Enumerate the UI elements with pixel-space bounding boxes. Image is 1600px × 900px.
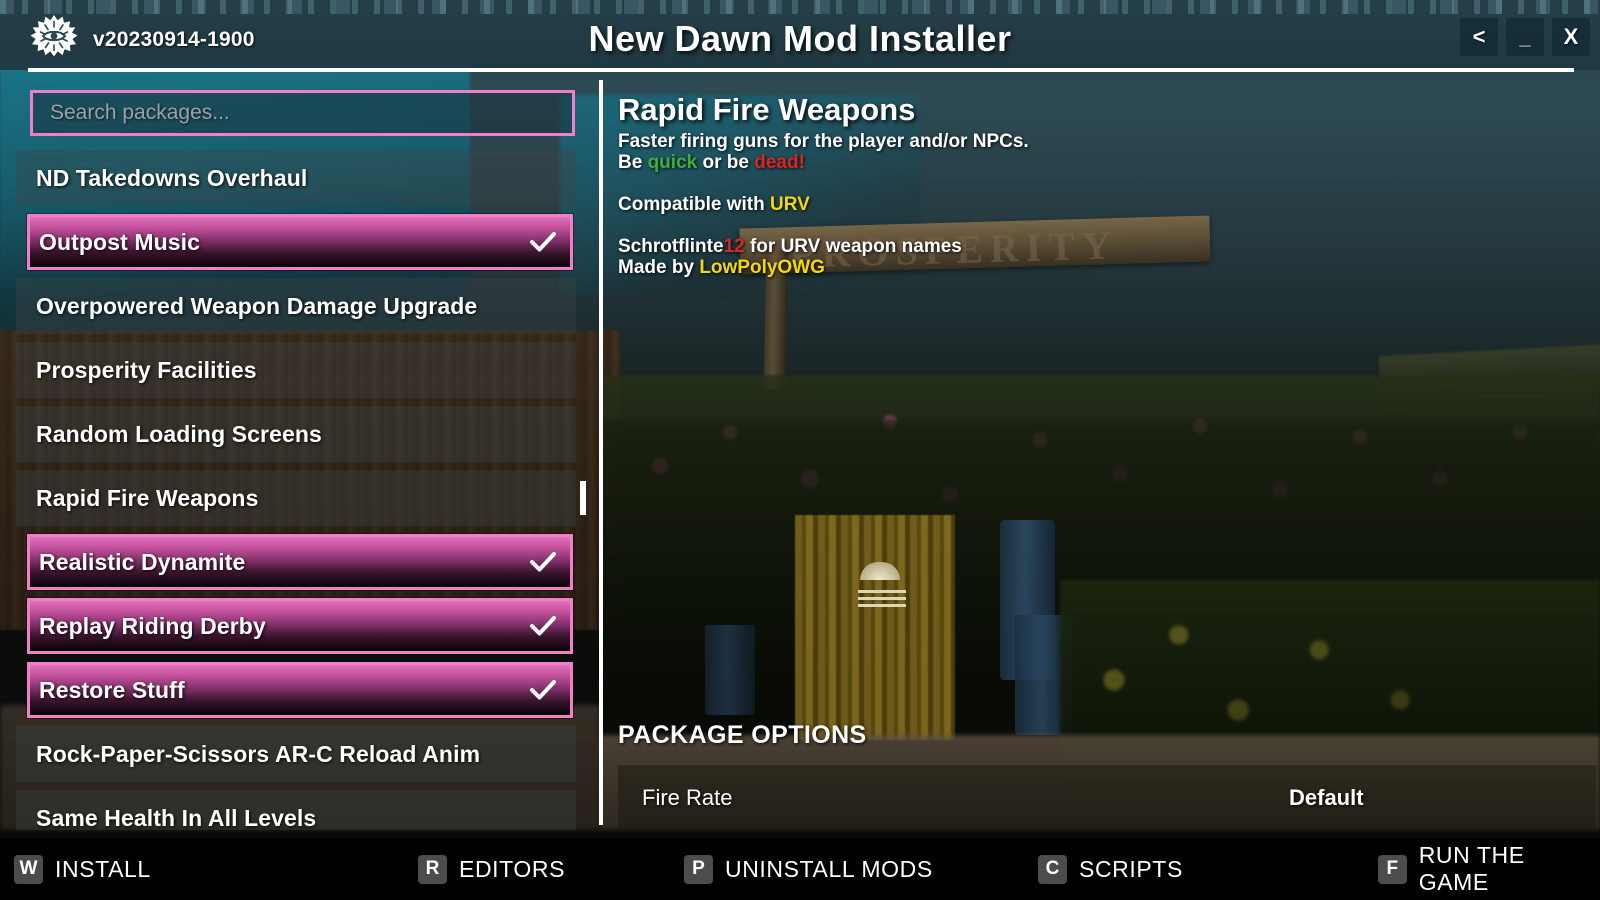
check-icon xyxy=(530,615,556,637)
package-list-item[interactable]: Random Loading Screens xyxy=(0,406,600,462)
hotkey-badge: F xyxy=(1378,854,1407,884)
package-name: Outpost Music xyxy=(39,228,201,255)
hotkey-label: UNINSTALL MODS xyxy=(725,855,933,882)
detail-line-4: Schrotflinte12 for URV weapon names xyxy=(618,236,962,257)
search-placeholder: Search packages... xyxy=(50,101,230,124)
hotkey-badge: C xyxy=(1038,854,1067,884)
hotkey-label: INSTALL xyxy=(55,855,151,882)
hotkey-badge: P xyxy=(684,854,713,884)
package-list-item[interactable]: Replay Riding Derby xyxy=(27,598,573,654)
package-list-item[interactable]: Realistic Dynamite xyxy=(27,534,573,590)
package-list-panel: Search packages... ND Takedowns Overhaul… xyxy=(0,76,600,830)
detail-spacer-1 xyxy=(618,173,1418,194)
option-value: Default xyxy=(1289,784,1364,810)
search-input[interactable]: Search packages... xyxy=(30,90,575,136)
package-name: Restore Stuff xyxy=(39,676,185,703)
hotkey-badge: R xyxy=(418,854,447,884)
package-list-scrollbar-thumb[interactable] xyxy=(580,481,586,515)
hotkey-install[interactable]: W INSTALL xyxy=(14,854,151,884)
hotkey-run-the-game[interactable]: F RUN THE GAME xyxy=(1378,842,1600,896)
mod-installer-window: PROSPERITY v20230914-1900 New Dawn Mod I… xyxy=(0,0,1600,900)
hotkey-uninstall-mods[interactable]: P UNINSTALL MODS xyxy=(684,854,933,884)
title-bar: v20230914-1900 New Dawn Mod Installer < … xyxy=(0,0,1600,72)
hotkey-badge: W xyxy=(14,854,43,884)
check-icon xyxy=(530,231,556,253)
package-list-item[interactable]: Same Health In All Levels xyxy=(0,790,600,830)
detail-line-1: Faster firing guns for the player and/or… xyxy=(618,131,1029,152)
package-list-item[interactable]: Outpost Music xyxy=(27,214,573,270)
check-icon xyxy=(530,551,556,573)
title-bar-separator xyxy=(28,68,1574,72)
package-name: Rapid Fire Weapons xyxy=(36,484,259,511)
package-name: Prosperity Facilities xyxy=(36,356,257,383)
package-list-item[interactable]: Restore Stuff xyxy=(27,662,573,718)
detail-line-3: Compatible with URV xyxy=(618,194,810,215)
hotkey-label: SCRIPTS xyxy=(1079,855,1183,882)
hotkey-editors[interactable]: R EDITORS xyxy=(418,854,566,884)
package-detail-panel: Rapid Fire Weapons Faster firing guns fo… xyxy=(603,76,1600,830)
package-list-item[interactable]: Prosperity Facilities xyxy=(0,342,600,398)
package-name: Random Loading Screens xyxy=(36,420,322,447)
option-label: Fire Rate xyxy=(642,784,733,810)
hotkey-label: RUN THE GAME xyxy=(1418,842,1525,895)
detail-description: Faster firing guns for the player and/or… xyxy=(618,131,1418,278)
package-name: Replay Riding Derby xyxy=(39,612,266,639)
detail-line-2: Be quick or be dead! xyxy=(618,152,805,173)
package-list-item[interactable]: Rapid Fire Weapons xyxy=(0,470,600,526)
title-bar-texture xyxy=(0,0,1600,14)
option-row-fire-rate[interactable]: Fire Rate Default xyxy=(618,764,1596,830)
package-options-heading: PACKAGE OPTIONS xyxy=(618,721,867,749)
detail-spacer-2 xyxy=(618,215,1418,236)
package-list-item[interactable]: Overpowered Weapon Damage Upgrade xyxy=(0,278,600,334)
package-list-item[interactable]: Rock-Paper-Scissors AR-C Reload Anim xyxy=(0,726,600,782)
close-button[interactable]: X xyxy=(1552,18,1590,56)
package-name: ND Takedowns Overhaul xyxy=(36,164,308,191)
detail-title: Rapid Fire Weapons xyxy=(618,92,916,127)
package-list[interactable]: ND Takedowns Overhaul Outpost Music Overpo… xyxy=(0,150,600,830)
hotkey-bar: W INSTALL R EDITORS P UNINSTALL MODS C SCRIPTS F… xyxy=(0,838,1600,900)
package-name: Same Health In All Levels xyxy=(36,804,317,831)
back-button[interactable]: < xyxy=(1460,18,1498,56)
detail-line-5: Made by LowPolyOWG xyxy=(618,257,825,278)
package-name: Realistic Dynamite xyxy=(39,548,246,575)
package-name: Rock-Paper-Scissors AR-C Reload Anim xyxy=(36,740,481,767)
package-list-item[interactable]: ND Takedowns Overhaul xyxy=(0,150,600,206)
minimize-button[interactable]: _ xyxy=(1506,18,1544,56)
hotkey-label: EDITORS xyxy=(459,855,566,882)
check-icon xyxy=(530,679,556,701)
hotkey-scripts[interactable]: C SCRIPTS xyxy=(1038,854,1183,884)
package-name: Overpowered Weapon Damage Upgrade xyxy=(36,292,478,319)
page-title: New Dawn Mod Installer xyxy=(588,18,1012,59)
window-controls: < _ X xyxy=(1460,18,1590,56)
